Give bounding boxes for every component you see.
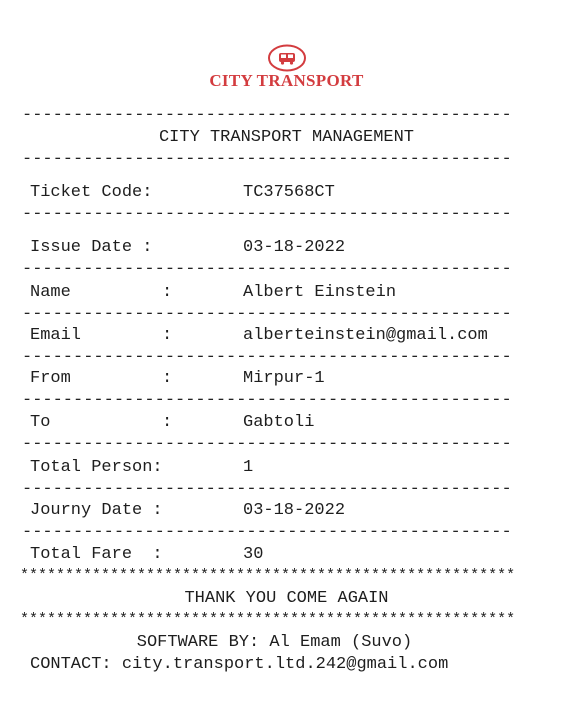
- total-person-label: Total Person:: [30, 458, 163, 477]
- software-credit: SOFTWARE BY: Al Emam (Suvo): [136, 633, 413, 652]
- from-colon: :: [162, 369, 173, 388]
- divider: ----------------------------------------…: [22, 205, 512, 224]
- logo-text: CITY TRANSPORT: [209, 71, 364, 90]
- to-label: To: [30, 413, 51, 432]
- contact-info: CONTACT: city.transport.ltd.242@gmail.co…: [30, 655, 449, 674]
- divider: ----------------------------------------…: [22, 523, 512, 542]
- divider: ----------------------------------------…: [22, 435, 512, 454]
- email-label: Email: [30, 326, 82, 345]
- divider: ----------------------------------------…: [22, 348, 512, 367]
- from-label: From: [30, 369, 71, 388]
- divider: ----------------------------------------…: [22, 305, 512, 324]
- journey-date-value: 03-18-2022: [243, 501, 346, 520]
- total-fare-value: 30: [243, 545, 264, 564]
- ticket-code-value: TC37568CT: [243, 183, 335, 202]
- divider: ----------------------------------------…: [22, 391, 512, 410]
- divider: ----------------------------------------…: [22, 260, 512, 279]
- receipt-heading: CITY TRANSPORT MANAGEMENT: [158, 128, 415, 147]
- name-label: Name: [30, 283, 71, 302]
- from-value: Mirpur-1: [243, 369, 325, 388]
- issue-date-label: Issue Date :: [30, 238, 153, 257]
- name-value: Albert Einstein: [243, 283, 397, 302]
- company-logo: CITY TRANSPORT: [0, 44, 573, 90]
- email-colon: :: [162, 326, 173, 345]
- to-colon: :: [162, 413, 173, 432]
- bus-icon: [267, 44, 306, 72]
- star-divider: ****************************************…: [20, 567, 516, 584]
- total-person-value: 1: [243, 458, 254, 477]
- ticket-code-label: Ticket Code:: [30, 183, 153, 202]
- email-value: alberteinstein@gmail.com: [243, 326, 488, 345]
- issue-date-value: 03-18-2022: [243, 238, 346, 257]
- divider: ----------------------------------------…: [22, 150, 512, 169]
- total-fare-label: Total Fare :: [30, 545, 163, 564]
- star-divider: ****************************************…: [20, 611, 516, 628]
- to-value: Gabtoli: [243, 413, 315, 432]
- thank-you-message: THANK YOU COME AGAIN: [184, 589, 389, 608]
- divider: ----------------------------------------…: [22, 480, 512, 499]
- divider: ----------------------------------------…: [22, 106, 512, 125]
- journey-date-label: Journy Date :: [30, 501, 163, 520]
- name-colon: :: [162, 283, 173, 302]
